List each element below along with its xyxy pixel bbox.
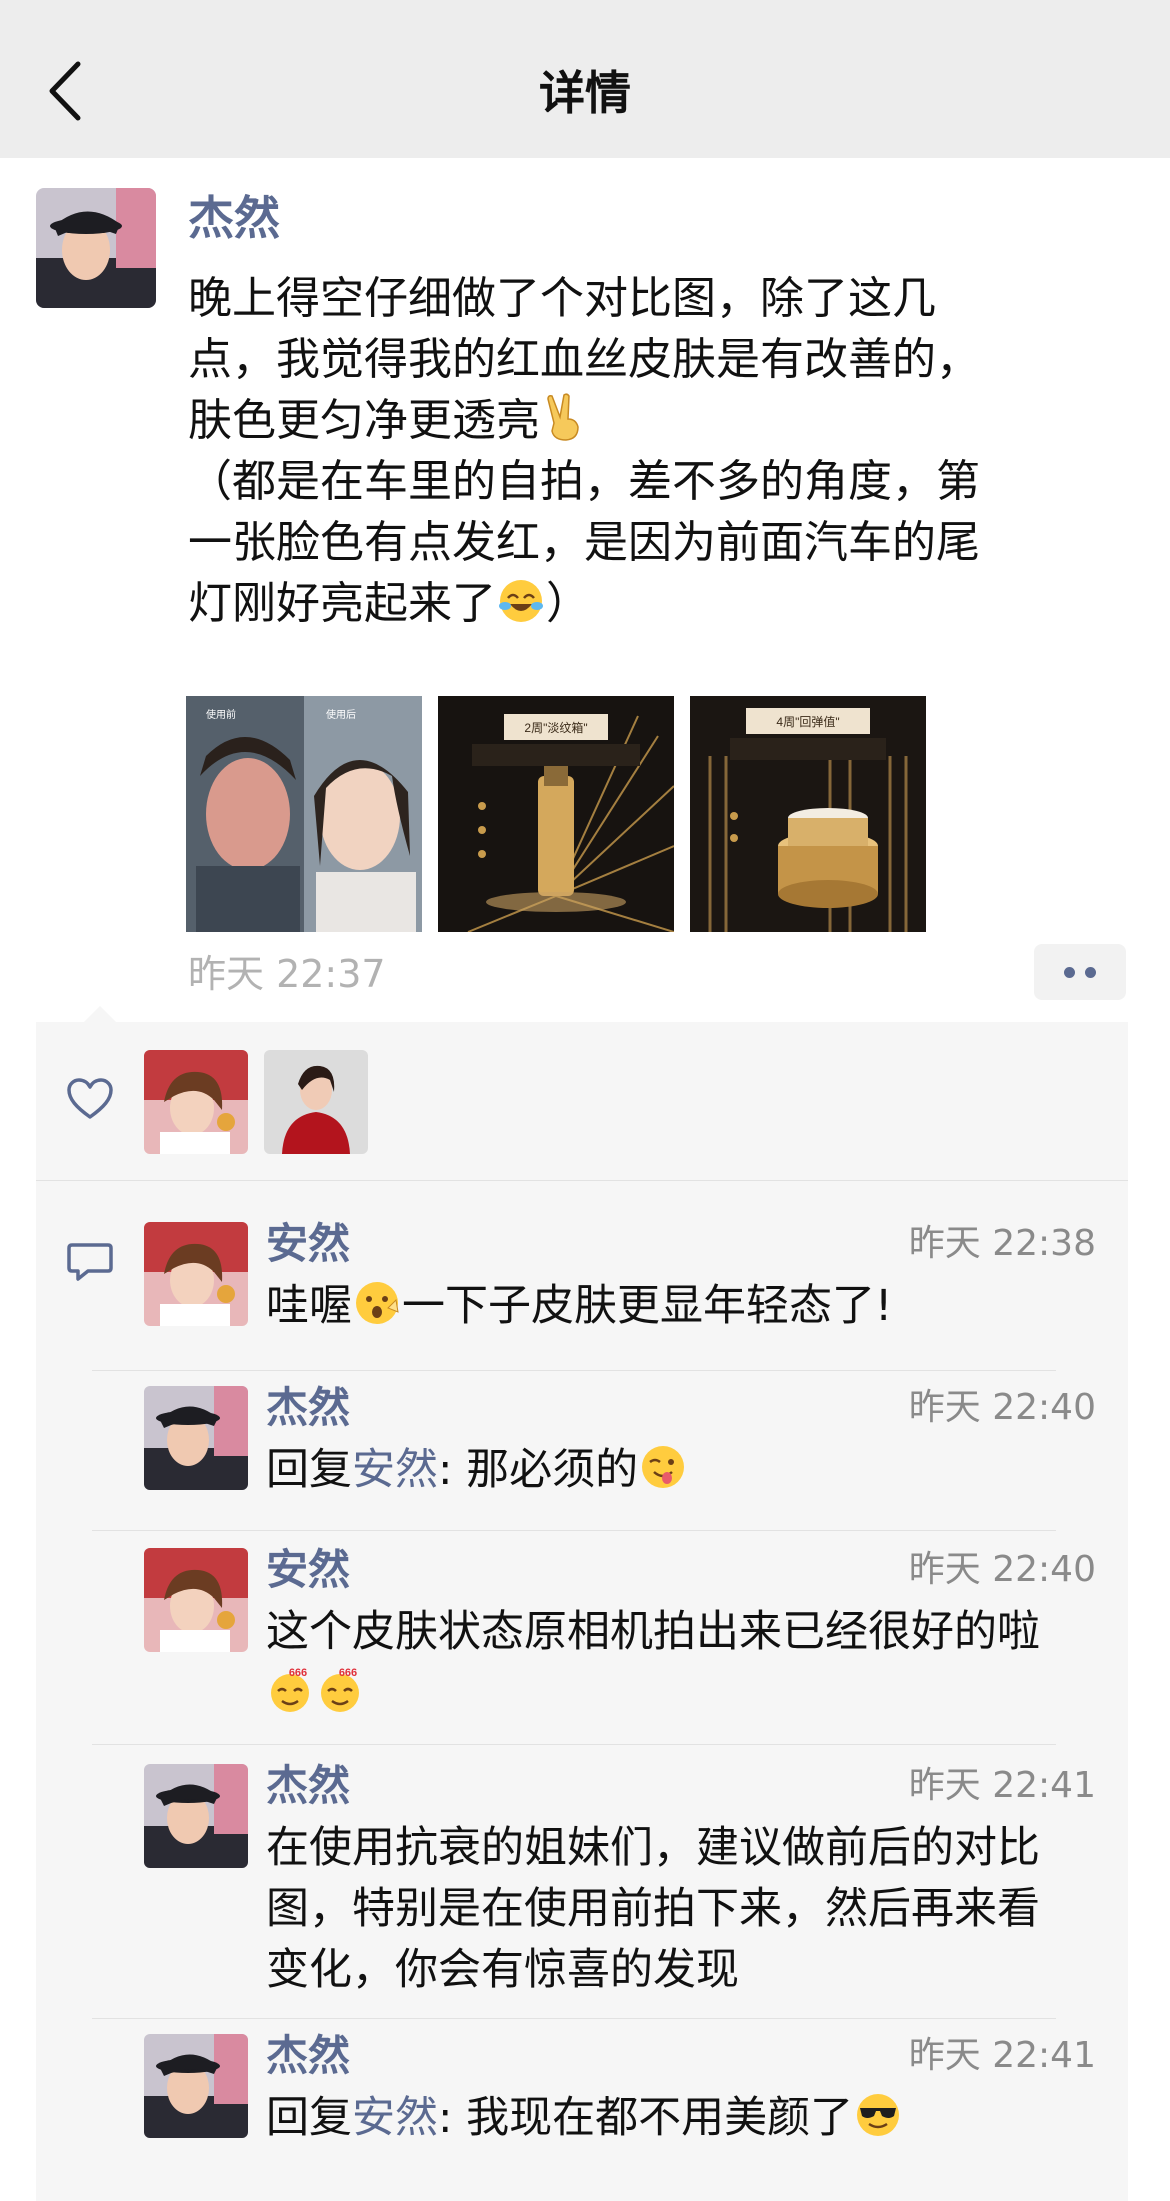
comment-bubble-icon [67,1243,113,1281]
cream-ad-heading: 4周"回弹值" [776,714,839,729]
post-image-cream-ad[interactable]: 4周"回弹值" [690,696,926,932]
comment-text: 回复安然: 那必须的 [266,1440,1106,1501]
comment-avatar[interactable] [144,1548,248,1652]
post-author-avatar[interactable] [36,188,156,308]
more-options-button[interactable] [1034,944,1126,1000]
surprised-face-emoji [356,1282,399,1324]
comment-author[interactable]: 杰然 [266,2028,350,2084]
laughing-tears-emoji [499,580,543,622]
comment-avatar[interactable] [144,2034,248,2138]
666-emoji: 666 [271,1667,309,1712]
comment-text: 在使用抗衰的姐妹们，建议做前后的对比 图，特别是在使用前拍下来，然后再来看 变化… [266,1823,1040,1995]
after-label: 使用后 [326,708,356,721]
comment-author[interactable]: 安然 [266,1216,350,1272]
post-author-name[interactable]: 杰然 [188,188,280,248]
comment-text: 回复安然: 我现在都不用美颜了 [266,2088,1106,2149]
likes-row [36,1022,1128,1181]
reply-target-name[interactable]: 安然 [352,2093,438,2143]
reply-target-name[interactable]: 安然 [352,1445,438,1495]
comment-avatar[interactable] [144,1222,248,1326]
comment-text: 这个皮肤状态原相机拍出来已经很好的啦 666 666 [266,1602,1106,1724]
comment-time: 昨天 22:41 [908,1765,1096,1806]
comment-avatar[interactable] [144,1386,248,1490]
comment-time: 昨天 22:38 [908,1223,1096,1264]
nav-bar: 详情 [0,0,1170,158]
comment-divider [92,1370,1056,1371]
before-label: 使用前 [206,708,236,721]
comment-text: 哇喔 一下子皮肤更显年轻态了! [266,1276,1106,1337]
post-image-before-after[interactable]: 使用前 使用后 [186,696,422,932]
svg-text:666: 666 [289,1667,307,1679]
comment-time: 昨天 22:41 [908,2035,1096,2076]
post-text: 晚上得空仔细做了个对比图，除了这几 点，我觉得我的红血丝皮肤是有改善的， 肤色更… [188,273,980,629]
comment-author[interactable]: 杰然 [266,1758,350,1814]
comment-author[interactable]: 杰然 [266,1380,350,1436]
666-emoji: 666 [321,1667,359,1712]
like-avatar[interactable] [264,1050,368,1154]
sunglasses-face-emoji [857,2094,900,2136]
post-image-grid: 使用前 使用后 2周"淡纹箱" 4周"回弹值" [186,696,946,932]
post-timestamp: 昨天 22:37 [188,952,386,996]
comment-time: 昨天 22:40 [908,1549,1096,1590]
comment-author[interactable]: 安然 [266,1542,350,1598]
svg-text:666: 666 [339,1667,357,1679]
dot-icon [1085,967,1096,978]
serum-ad-heading: 2周"淡纹箱" [524,720,587,735]
like-avatar[interactable] [144,1050,248,1154]
page-title: 详情 [539,66,631,120]
post-image-serum-ad[interactable]: 2周"淡纹箱" [438,696,674,932]
dot-icon [1064,967,1075,978]
comment-time: 昨天 22:40 [908,1387,1096,1428]
victory-hand-emoji [547,393,579,441]
heart-outline-icon [67,1078,113,1119]
comment-avatar[interactable] [144,1764,248,1868]
comment-divider [92,2018,1056,2019]
winking-tongue-emoji [642,1446,685,1488]
interaction-panel: 安然 昨天 22:38 哇喔 一下子皮肤更显年轻态了! 杰然 昨天 22:40 回… [36,1006,1128,2201]
comment-divider [92,1530,1056,1531]
comment-divider [92,1744,1056,1745]
